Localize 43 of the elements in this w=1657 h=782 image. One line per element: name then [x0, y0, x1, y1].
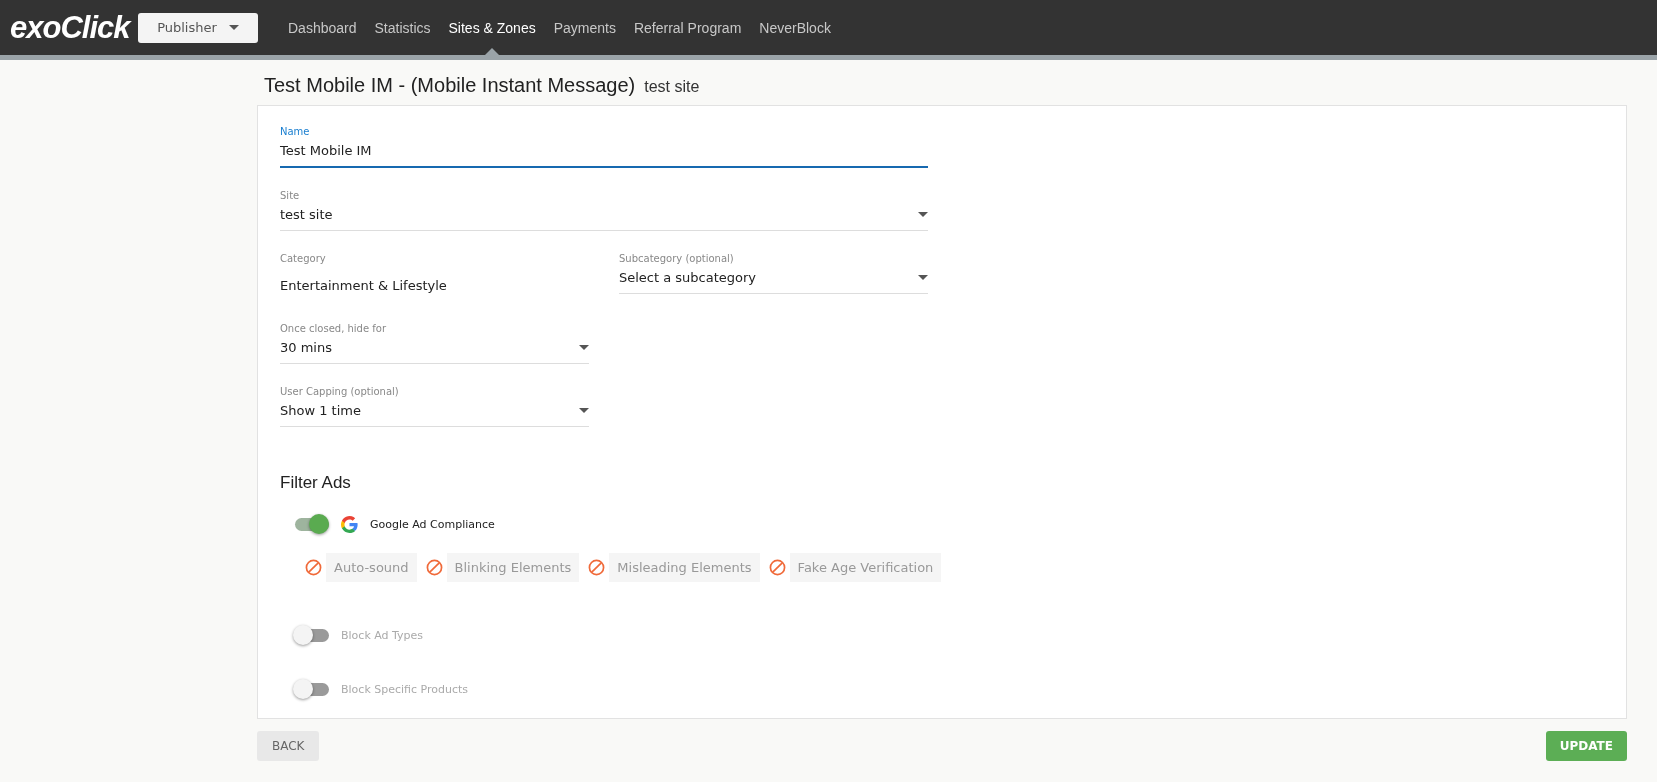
nav-link[interactable]: Dashboard [279, 0, 366, 55]
dropdown-caret-icon [579, 408, 589, 413]
field-label: Name [280, 126, 311, 137]
toggle-label: Block Specific Products [341, 682, 469, 696]
name-input[interactable]: Test Mobile IM [280, 141, 928, 168]
dropdown-caret-icon [918, 275, 928, 280]
field-label: Category [280, 253, 327, 264]
blocked-icon [305, 559, 322, 576]
page-subtitle: test site [644, 78, 700, 96]
section-title: Filter Ads [280, 473, 352, 493]
select-field[interactable]: Show 1 time [280, 401, 589, 427]
nav-link[interactable]: Referral Program [624, 0, 751, 55]
toggle-switch[interactable] [293, 678, 329, 700]
google-icon [341, 515, 358, 533]
nav-link[interactable]: Sites & Zones [439, 0, 545, 55]
blocked-icon [588, 559, 606, 576]
filter-tag: Auto-sound [326, 553, 417, 582]
blocked-icon [768, 559, 786, 576]
dropdown-caret-icon [579, 345, 589, 350]
field-label: Once closed, hide for [280, 323, 388, 334]
select-field[interactable]: test site [280, 205, 928, 231]
field-label: User Capping (optional) [280, 386, 400, 397]
blocked-icon [425, 559, 443, 576]
filter-tag: Misleading Elements [609, 553, 760, 582]
page-title: Test Mobile IM - (Mobile Instant Message) [264, 74, 636, 97]
dropdown-caret-icon [918, 212, 928, 217]
dropdown-caret-icon [228, 25, 239, 30]
select-field[interactable]: Select a subcategory [619, 268, 928, 294]
filter-tag: Blinking Elements [446, 553, 580, 582]
toggle-label: Block Ad Types [341, 628, 424, 642]
back-button[interactable]: BACK [257, 731, 320, 761]
filter-tag: Fake Age Verification [789, 553, 942, 582]
nav-link[interactable]: Statistics [365, 0, 440, 55]
nav-link[interactable]: NeverBlock [750, 0, 840, 55]
role-dropdown[interactable]: Publisher [138, 12, 258, 43]
toggle-switch[interactable] [293, 624, 329, 646]
field-label: Subcategory (optional) [619, 253, 735, 264]
field-value: Entertainment & Lifestyle [280, 277, 448, 295]
toggle-switch[interactable] [293, 513, 329, 535]
nav-link[interactable]: Payments [544, 0, 625, 55]
toggle-label: Google Ad Compliance [370, 517, 495, 531]
field-label: Site [280, 190, 301, 201]
select-field[interactable]: 30 mins [280, 338, 589, 364]
